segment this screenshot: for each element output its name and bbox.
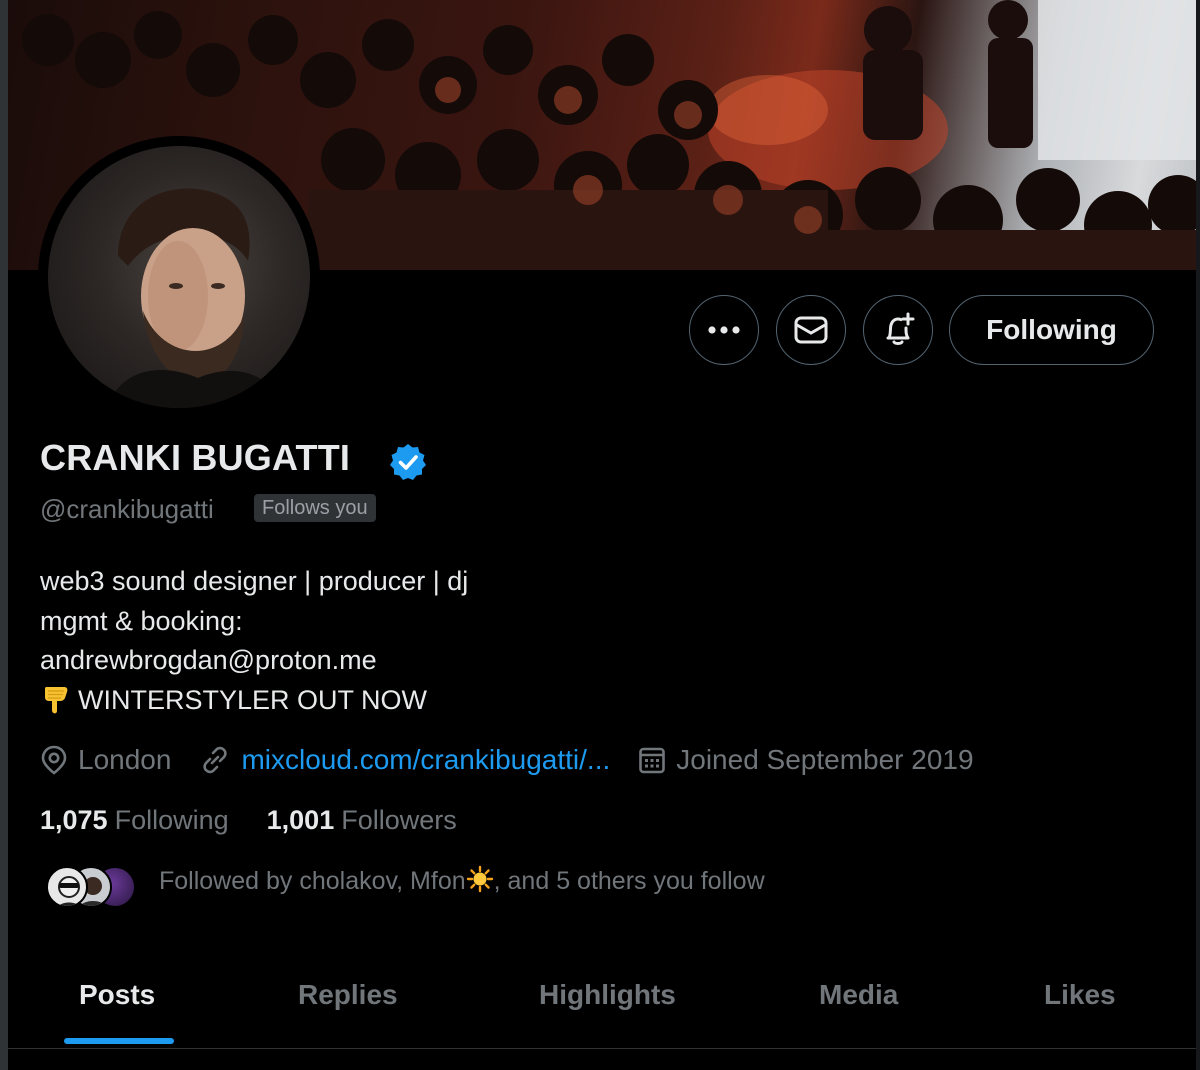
more-button[interactable] [689,295,759,365]
active-tab-indicator [64,1038,174,1044]
followers-label: Followers [341,805,457,835]
envelope-icon [794,316,828,344]
calendar-icon [639,747,666,774]
bio-line: mgmt & booking: [40,605,243,636]
followed-by-text[interactable]: Followed by cholakov, Mfon , and 5 other… [159,865,765,896]
followers-count[interactable]: 1,001 Followers [267,805,457,836]
tab-replies[interactable]: Replies [298,955,398,1049]
profile-avatar[interactable] [38,136,320,418]
avatar [46,866,88,908]
joined-date: Joined September 2019 [638,744,974,776]
avatar-photo [48,146,310,408]
following-number: 1,075 [40,805,108,835]
location: London [40,744,171,776]
following-button[interactable]: Following [949,295,1154,365]
follows-you-badge: Follows you [254,494,376,522]
link-icon [203,746,228,774]
following-count[interactable]: 1,075 Following [40,805,229,836]
backhand-index-pointing-down-emoji-icon [45,686,68,713]
verified-badge-icon[interactable] [388,442,428,482]
followed-by-suffix: , and 5 others you follow [493,867,765,895]
profile-meta: London mixcloud.com/crankibugatti/... Jo… [40,740,974,780]
joined-text: Joined September 2019 [676,744,974,775]
website-link[interactable]: mixcloud.com/crankibugatti/... [241,744,610,776]
follow-counts: 1,075 Following 1,001 Followers [40,805,457,836]
handle: @crankibugatti [40,494,214,524]
left-border [0,0,8,1070]
tabs-divider [8,1048,1196,1049]
followers-number: 1,001 [266,805,335,835]
notifications-button[interactable] [863,295,933,365]
following-label: Following [114,805,229,835]
followed-by-prefix: Followed by cholakov, Mfon [159,867,466,895]
more-dots-icon [708,326,740,334]
bell-plus-icon [886,312,915,345]
bio-email: andrewbrogdan@proton.me [40,645,377,675]
profile-tabs: Posts Replies Highlights Media Likes [8,955,1196,1049]
tab-posts[interactable]: Posts [79,955,155,1049]
message-button[interactable] [776,295,846,365]
right-border [1196,0,1200,1070]
bio: web3 sound designer | producer | dj mgmt… [40,562,468,720]
sun-emoji-icon [466,865,493,893]
bio-line: WINTERSTYLER OUT NOW [40,681,468,721]
location-text: London [78,744,172,775]
tab-highlights[interactable]: Highlights [539,955,676,1049]
profile-page: Following CRANKI BUGATTI @crankibugatti … [0,0,1200,1070]
tab-likes[interactable]: Likes [1044,955,1116,1049]
display-name: CRANKI BUGATTI [40,437,351,478]
location-pin-icon [41,745,67,775]
bio-release-text: WINTERSTYLER OUT NOW [78,684,428,715]
website[interactable]: mixcloud.com/crankibugatti/... [199,744,610,776]
bio-line: web3 sound designer | producer | dj [40,566,469,596]
tab-media[interactable]: Media [819,955,898,1049]
followed-by-avatars[interactable] [46,866,136,910]
